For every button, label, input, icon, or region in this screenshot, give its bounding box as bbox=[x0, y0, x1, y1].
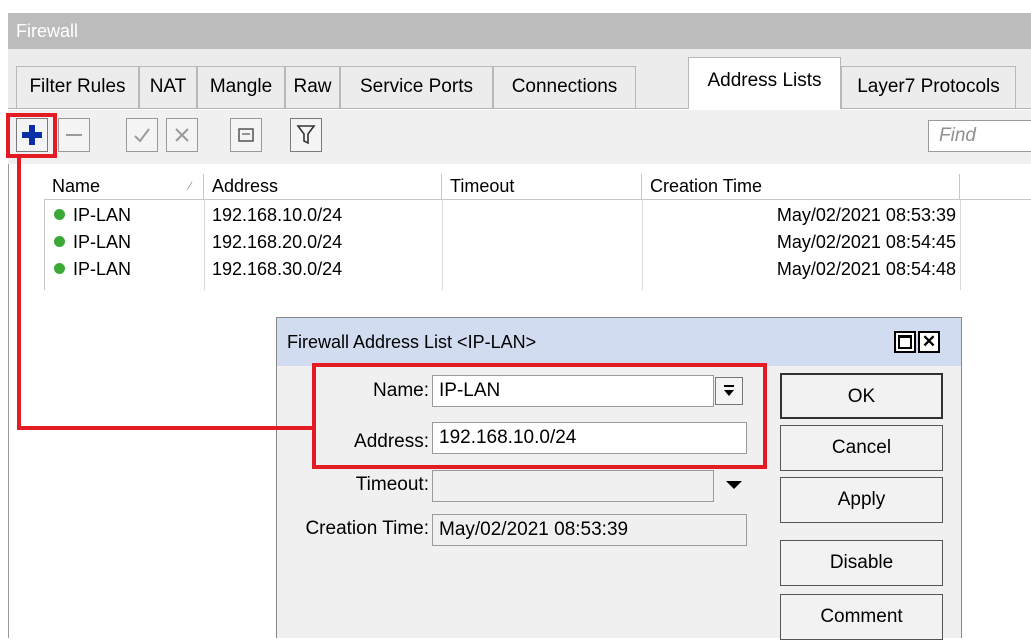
tab-bar: Filter Rules NAT Mangle Raw Service Port… bbox=[8, 49, 1031, 109]
comment-icon bbox=[238, 128, 254, 142]
column-divider bbox=[642, 200, 643, 290]
status-dot-icon bbox=[54, 208, 65, 220]
row-address: 192.168.20.0/24 bbox=[212, 232, 343, 252]
status-dot-icon bbox=[54, 262, 65, 274]
row-address: 192.168.10.0/24 bbox=[212, 205, 343, 225]
table-row[interactable]: IP-LAN bbox=[54, 256, 131, 283]
disable-button[interactable]: Disable bbox=[780, 540, 943, 586]
dialog-title: Firewall Address List <IP-LAN> bbox=[277, 318, 961, 366]
apply-button[interactable]: Apply bbox=[780, 477, 943, 523]
tab-connections[interactable]: Connections bbox=[493, 66, 636, 108]
maximize-icon bbox=[898, 335, 912, 349]
minus-icon bbox=[66, 134, 82, 136]
add-button-highlight bbox=[6, 113, 57, 158]
creation-time-label: Creation Time: bbox=[305, 518, 429, 539]
timeout-label: Timeout: bbox=[355, 474, 429, 495]
maximize-button[interactable] bbox=[894, 331, 916, 353]
tab-address-lists[interactable]: Address Lists bbox=[688, 57, 841, 109]
find-input[interactable]: Find bbox=[928, 120, 1031, 152]
table-row[interactable]: IP-LAN bbox=[54, 202, 131, 229]
tab-filter-rules[interactable]: Filter Rules bbox=[16, 66, 139, 108]
tab-layer7-protocols[interactable]: Layer7 Protocols bbox=[841, 66, 1016, 108]
close-icon: ✕ bbox=[921, 332, 937, 351]
timeout-dropdown-icon[interactable] bbox=[726, 481, 742, 489]
filter-button[interactable] bbox=[290, 118, 322, 152]
comment-button[interactable] bbox=[230, 118, 262, 152]
column-divider bbox=[442, 200, 443, 290]
window-title: Firewall bbox=[8, 13, 1031, 49]
row-creation-time: May/02/2021 08:54:48 bbox=[776, 259, 956, 279]
row-creation-time: May/02/2021 08:53:39 bbox=[776, 205, 956, 225]
disable-button[interactable] bbox=[166, 118, 198, 152]
status-dot-icon bbox=[54, 235, 65, 247]
cancel-button[interactable]: Cancel bbox=[780, 425, 943, 471]
sort-icon: ⁄ bbox=[188, 179, 191, 193]
creation-time-field: May/02/2021 08:53:39 bbox=[432, 514, 747, 546]
column-header-address[interactable]: Address bbox=[204, 174, 442, 200]
toolbar: Find bbox=[8, 110, 1031, 164]
row-creation-time: May/02/2021 08:54:45 bbox=[776, 232, 956, 252]
timeout-field[interactable] bbox=[432, 470, 714, 502]
close-button[interactable]: ✕ bbox=[918, 331, 940, 353]
tab-raw[interactable]: Raw bbox=[285, 66, 340, 108]
column-divider bbox=[960, 200, 961, 290]
cross-icon bbox=[175, 128, 189, 142]
table-row[interactable]: IP-LAN bbox=[54, 229, 131, 256]
column-header-blank bbox=[960, 174, 1031, 200]
column-divider bbox=[204, 200, 205, 290]
filter-icon bbox=[296, 125, 316, 145]
ok-button[interactable]: OK bbox=[780, 373, 943, 419]
remove-button[interactable] bbox=[58, 118, 90, 152]
annotation-connector-horizontal bbox=[17, 426, 314, 430]
check-icon bbox=[134, 128, 150, 143]
enable-button[interactable] bbox=[126, 118, 158, 152]
column-header-creation-time[interactable]: Creation Time bbox=[642, 174, 960, 200]
tab-mangle[interactable]: Mangle bbox=[197, 66, 285, 108]
row-address: 192.168.30.0/24 bbox=[212, 259, 343, 279]
column-header-timeout[interactable]: Timeout bbox=[442, 174, 642, 200]
row-gutter-divider bbox=[44, 200, 45, 290]
tab-service-ports[interactable]: Service Ports bbox=[340, 66, 493, 108]
comment-button[interactable]: Comment bbox=[780, 594, 943, 640]
annotation-connector-vertical bbox=[17, 157, 21, 430]
fields-highlight bbox=[312, 363, 767, 469]
tab-nat[interactable]: NAT bbox=[139, 66, 197, 108]
column-header-name[interactable]: Name ⁄ bbox=[44, 174, 204, 200]
